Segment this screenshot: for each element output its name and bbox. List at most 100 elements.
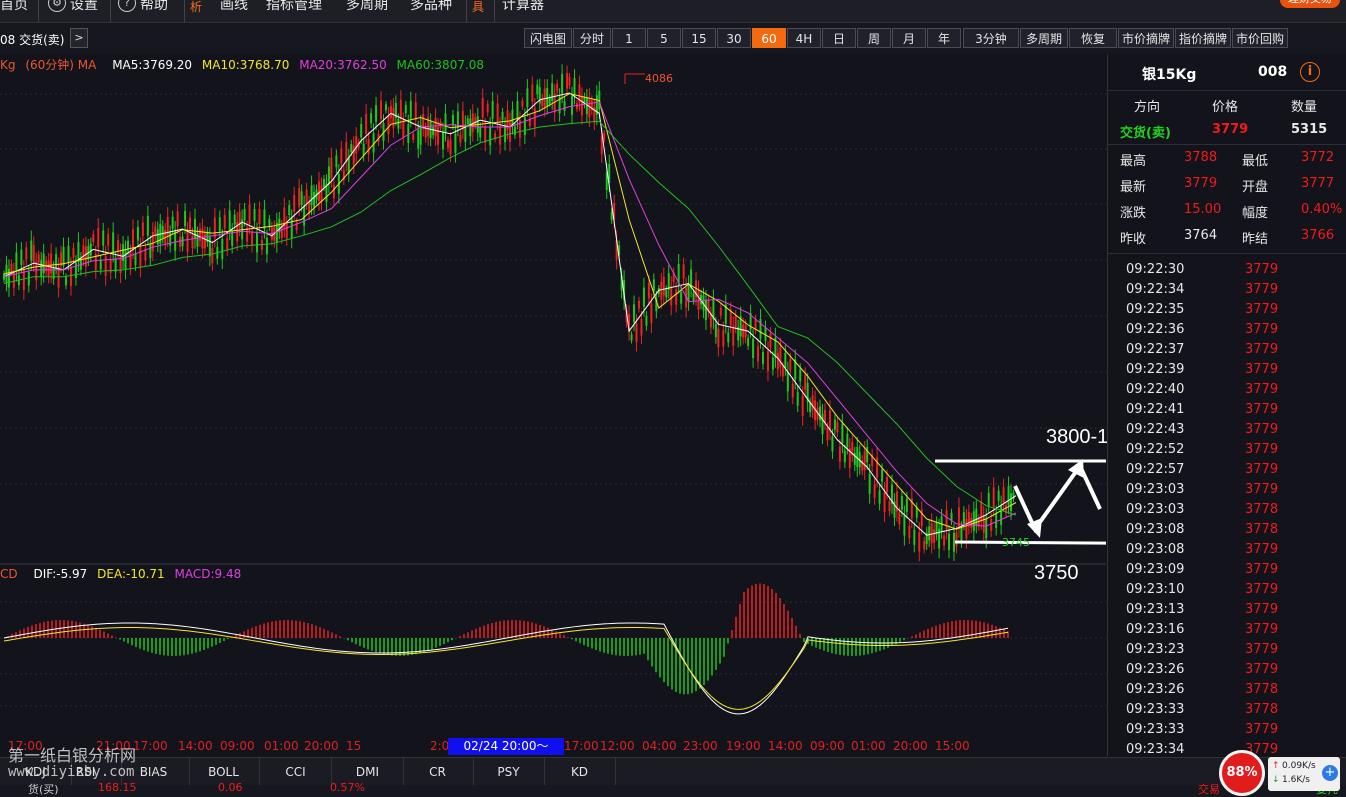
- tick-price: 3779: [1245, 582, 1279, 597]
- time-label: 20:00: [304, 739, 339, 753]
- candle-body: [151, 231, 154, 252]
- tick-row: 09:23:03 3779: [1108, 482, 1346, 502]
- menu-multi-period[interactable]: 多周期: [346, 0, 388, 16]
- product-name: 银15Kg: [1142, 67, 1197, 83]
- period-button[interactable]: 5: [647, 28, 681, 48]
- period-button[interactable]: 周: [857, 28, 891, 48]
- period-button[interactable]: 市价摘牌: [1118, 28, 1174, 48]
- candle-body: [181, 236, 184, 247]
- candle-body: [769, 333, 772, 348]
- gear-icon[interactable]: ⚙: [48, 0, 66, 12]
- period-button[interactable]: 15: [682, 28, 716, 48]
- stat-label2: 昨结: [1242, 232, 1269, 247]
- candle-body: [732, 325, 735, 346]
- candle-body: [836, 422, 839, 433]
- candle-body: [412, 133, 415, 141]
- candle-body: [791, 383, 794, 398]
- tick-time: 09:23:13: [1126, 602, 1185, 617]
- candle-body: [414, 102, 417, 121]
- tick-time: 09:23:08: [1126, 522, 1185, 537]
- stat-value2: 3766: [1301, 228, 1335, 243]
- period-button[interactable]: 分时: [573, 28, 611, 48]
- candle-body: [784, 352, 787, 369]
- time-label: 14:00: [768, 739, 803, 753]
- period-button[interactable]: 日: [822, 28, 856, 48]
- tick-row: 09:23:03 3778: [1108, 502, 1346, 522]
- period-button[interactable]: 30: [717, 28, 751, 48]
- menu-indicator-mgmt[interactable]: 指标管理: [266, 0, 322, 16]
- period-button[interactable]: 年: [927, 28, 961, 48]
- candle-body: [928, 526, 931, 541]
- candle-body: [193, 218, 196, 239]
- candle-body: [580, 96, 583, 116]
- candle-body: [484, 126, 487, 143]
- time-label: 15: [346, 739, 362, 753]
- candle-body: [263, 209, 266, 229]
- help-icon[interactable]: ?: [118, 0, 136, 12]
- period-toolbar: 08 交货(卖) > 闪电图 分时 1 5 15 30 60 4H 日周月年 3分钟 多周期 恢复 市价…: [0, 23, 1346, 53]
- candle-body: [603, 133, 606, 140]
- status-pct: 0.57%: [330, 781, 365, 794]
- candle-body: [781, 366, 784, 377]
- candle-body: [102, 230, 105, 246]
- candle-body: [310, 185, 313, 206]
- header-price: 价格: [1212, 100, 1239, 115]
- divider: [38, 0, 39, 22]
- candle-body: [866, 446, 869, 463]
- candle-body: [747, 338, 750, 346]
- candle-body: [367, 139, 370, 155]
- menu-multi-product[interactable]: 多品种: [410, 0, 452, 16]
- menu-calculator[interactable]: 计算器: [502, 0, 544, 16]
- menu-settings[interactable]: 设置: [70, 0, 98, 16]
- trade-button[interactable]: 理财交易: [1280, 0, 1340, 8]
- candle-body: [633, 304, 636, 323]
- candle-body: [129, 252, 132, 268]
- candle-body: [838, 446, 841, 462]
- indicator-tab[interactable]: KD: [544, 758, 616, 786]
- candle-body: [563, 101, 566, 111]
- expand-button[interactable]: >: [70, 28, 88, 48]
- indicator-tab[interactable]: PSY: [473, 758, 545, 786]
- menu-help[interactable]: 帮助: [140, 0, 168, 16]
- candle-body: [640, 319, 643, 336]
- period-button[interactable]: 闪电图: [524, 28, 572, 48]
- menu-home[interactable]: 首页: [0, 0, 28, 16]
- period-button[interactable]: 多周期: [1020, 28, 1068, 48]
- stat-value: 3788: [1184, 150, 1218, 165]
- candle-body: [417, 130, 420, 149]
- candle-body: [30, 240, 33, 261]
- candle-body: [213, 217, 216, 238]
- candle-body: [479, 127, 482, 138]
- period-button[interactable]: 3分钟: [963, 28, 1019, 48]
- kline-chart[interactable]: [0, 54, 1106, 756]
- stat-label: 最新: [1120, 180, 1147, 195]
- candle-body: [355, 136, 358, 154]
- candle-body: [945, 510, 948, 530]
- period-button[interactable]: 月: [892, 28, 926, 48]
- symbol-title: 08 交货(卖): [0, 33, 65, 47]
- candle-body: [943, 535, 946, 546]
- info-icon[interactable]: i: [1300, 62, 1320, 82]
- period-button[interactable]: 恢复: [1069, 28, 1117, 48]
- period-button[interactable]: 市价回购: [1232, 28, 1288, 48]
- candle-body: [757, 346, 760, 362]
- period-button[interactable]: 60: [752, 28, 786, 48]
- candle-body: [965, 518, 968, 539]
- period-button[interactable]: 指价摘牌: [1175, 28, 1231, 48]
- candle-body: [437, 127, 440, 145]
- tick-row: 09:22:36 3779: [1108, 322, 1346, 342]
- divider: [184, 0, 185, 22]
- chart-canvas[interactable]: [0, 54, 1106, 756]
- indicator-tab[interactable]: CR: [402, 758, 474, 786]
- period-button[interactable]: 1: [612, 28, 646, 48]
- candle-body: [521, 100, 524, 107]
- candle-body: [92, 234, 95, 243]
- tick-price: 3779: [1245, 542, 1279, 557]
- tick-price: 3779: [1245, 402, 1279, 417]
- period-button[interactable]: 4H: [787, 28, 821, 48]
- add-icon[interactable]: +: [1322, 765, 1338, 781]
- candle-body: [469, 118, 472, 137]
- indicator-tab[interactable]: CCI: [260, 758, 332, 786]
- candle-body: [704, 300, 707, 321]
- menu-draw-line[interactable]: 画线: [220, 0, 248, 16]
